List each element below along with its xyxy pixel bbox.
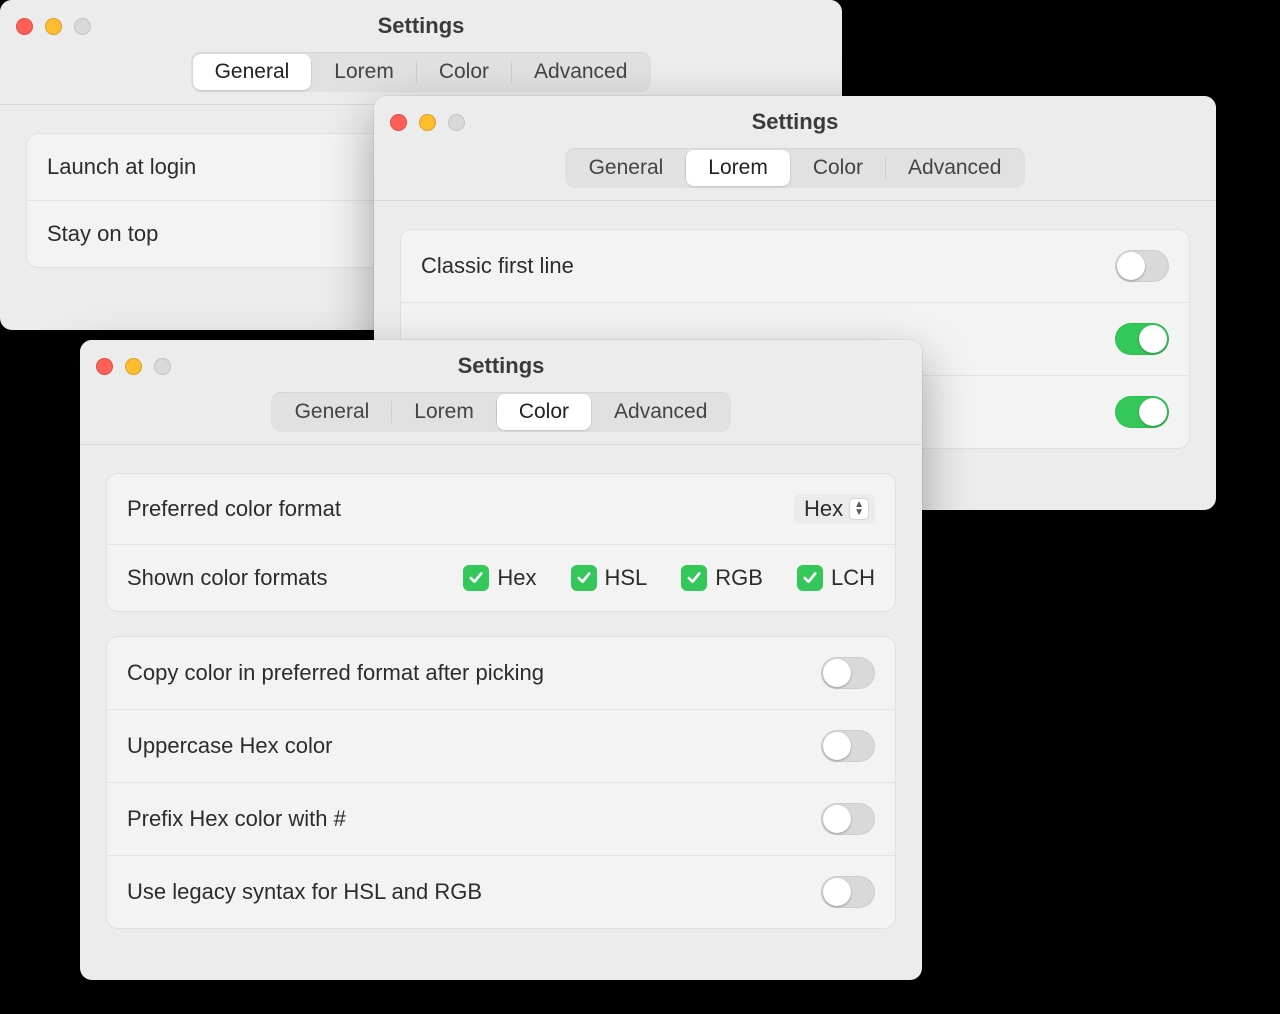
tab-lorem[interactable]: Lorem xyxy=(312,54,416,90)
format-checkboxes: Hex HSL RGB LCH xyxy=(463,565,875,591)
window-title: Settings xyxy=(80,353,922,379)
checkmark-icon xyxy=(463,565,489,591)
select-value: Hex xyxy=(804,496,843,522)
tab-color[interactable]: Color xyxy=(417,54,511,90)
titlebar: Settings xyxy=(374,96,1216,148)
row-label: Uppercase Hex color xyxy=(127,733,332,759)
toggle-copy-after-picking[interactable] xyxy=(821,657,875,689)
tab-advanced[interactable]: Advanced xyxy=(592,394,729,430)
row-label: Prefix Hex color with # xyxy=(127,806,346,832)
tab-general[interactable]: General xyxy=(193,54,312,90)
window-title: Settings xyxy=(374,109,1216,135)
tab-advanced[interactable]: Advanced xyxy=(512,54,649,90)
toggle-legacy-syntax[interactable] xyxy=(821,876,875,908)
traffic-lights xyxy=(16,18,91,35)
row-label: Copy color in preferred format after pic… xyxy=(127,660,544,686)
toggle-uppercase-hex[interactable] xyxy=(821,730,875,762)
traffic-lights xyxy=(96,358,171,375)
tab-bar: General Lorem Color Advanced xyxy=(80,392,922,445)
checkbox-hsl[interactable]: HSL xyxy=(571,565,648,591)
toggle-row-3[interactable] xyxy=(1115,396,1169,428)
row-label: Stay on top xyxy=(47,221,158,247)
formats-group: Preferred color format Hex ▲▼ Shown colo… xyxy=(106,473,896,612)
tab-general[interactable]: General xyxy=(567,150,686,186)
row-uppercase-hex: Uppercase Hex color xyxy=(107,709,895,782)
checkbox-label: LCH xyxy=(831,565,875,591)
checkbox-label: HSL xyxy=(605,565,648,591)
minimize-icon[interactable] xyxy=(45,18,62,35)
titlebar: Settings xyxy=(0,0,842,52)
titlebar: Settings xyxy=(80,340,922,392)
traffic-lights xyxy=(390,114,465,131)
row-label: Shown color formats xyxy=(127,565,463,591)
row-copy-after-picking: Copy color in preferred format after pic… xyxy=(107,637,895,709)
toggle-row-2[interactable] xyxy=(1115,323,1169,355)
checkbox-rgb[interactable]: RGB xyxy=(681,565,763,591)
minimize-icon[interactable] xyxy=(419,114,436,131)
zoom-icon[interactable] xyxy=(74,18,91,35)
row-preferred-format: Preferred color format Hex ▲▼ xyxy=(107,474,895,544)
row-label: Preferred color format xyxy=(127,496,794,522)
window-title: Settings xyxy=(0,13,842,39)
row-label: Launch at login xyxy=(47,154,196,180)
settings-window-color: Settings General Lorem Color Advanced Pr… xyxy=(80,340,922,980)
chevron-up-down-icon: ▲▼ xyxy=(849,498,869,520)
tab-color[interactable]: Color xyxy=(791,150,885,186)
close-icon[interactable] xyxy=(16,18,33,35)
checkbox-label: Hex xyxy=(497,565,536,591)
row-classic-first-line: Classic first line xyxy=(401,230,1189,302)
tab-segment: General Lorem Color Advanced xyxy=(565,148,1026,188)
checkbox-lch[interactable]: LCH xyxy=(797,565,875,591)
row-prefix-hex: Prefix Hex color with # xyxy=(107,782,895,855)
content: Preferred color format Hex ▲▼ Shown colo… xyxy=(80,445,922,961)
checkmark-icon xyxy=(571,565,597,591)
tab-segment: General Lorem Color Advanced xyxy=(271,392,732,432)
close-icon[interactable] xyxy=(96,358,113,375)
row-label: Use legacy syntax for HSL and RGB xyxy=(127,879,482,905)
row-legacy-syntax: Use legacy syntax for HSL and RGB xyxy=(107,855,895,928)
row-label: Classic first line xyxy=(421,253,574,279)
toggle-classic-first-line[interactable] xyxy=(1115,250,1169,282)
checkmark-icon xyxy=(681,565,707,591)
minimize-icon[interactable] xyxy=(125,358,142,375)
zoom-icon[interactable] xyxy=(154,358,171,375)
close-icon[interactable] xyxy=(390,114,407,131)
tab-lorem[interactable]: Lorem xyxy=(686,150,790,186)
toggle-prefix-hex[interactable] xyxy=(821,803,875,835)
tab-bar: General Lorem Color Advanced xyxy=(374,148,1216,201)
tab-lorem[interactable]: Lorem xyxy=(392,394,496,430)
tab-general[interactable]: General xyxy=(273,394,392,430)
tab-advanced[interactable]: Advanced xyxy=(886,150,1023,186)
checkmark-icon xyxy=(797,565,823,591)
options-group: Copy color in preferred format after pic… xyxy=(106,636,896,929)
row-shown-formats: Shown color formats Hex HSL RGB xyxy=(107,544,895,611)
checkbox-hex[interactable]: Hex xyxy=(463,565,536,591)
zoom-icon[interactable] xyxy=(448,114,465,131)
tab-segment: General Lorem Color Advanced xyxy=(191,52,652,92)
checkbox-label: RGB xyxy=(715,565,763,591)
tab-color[interactable]: Color xyxy=(497,394,591,430)
preferred-format-select[interactable]: Hex ▲▼ xyxy=(794,494,875,524)
